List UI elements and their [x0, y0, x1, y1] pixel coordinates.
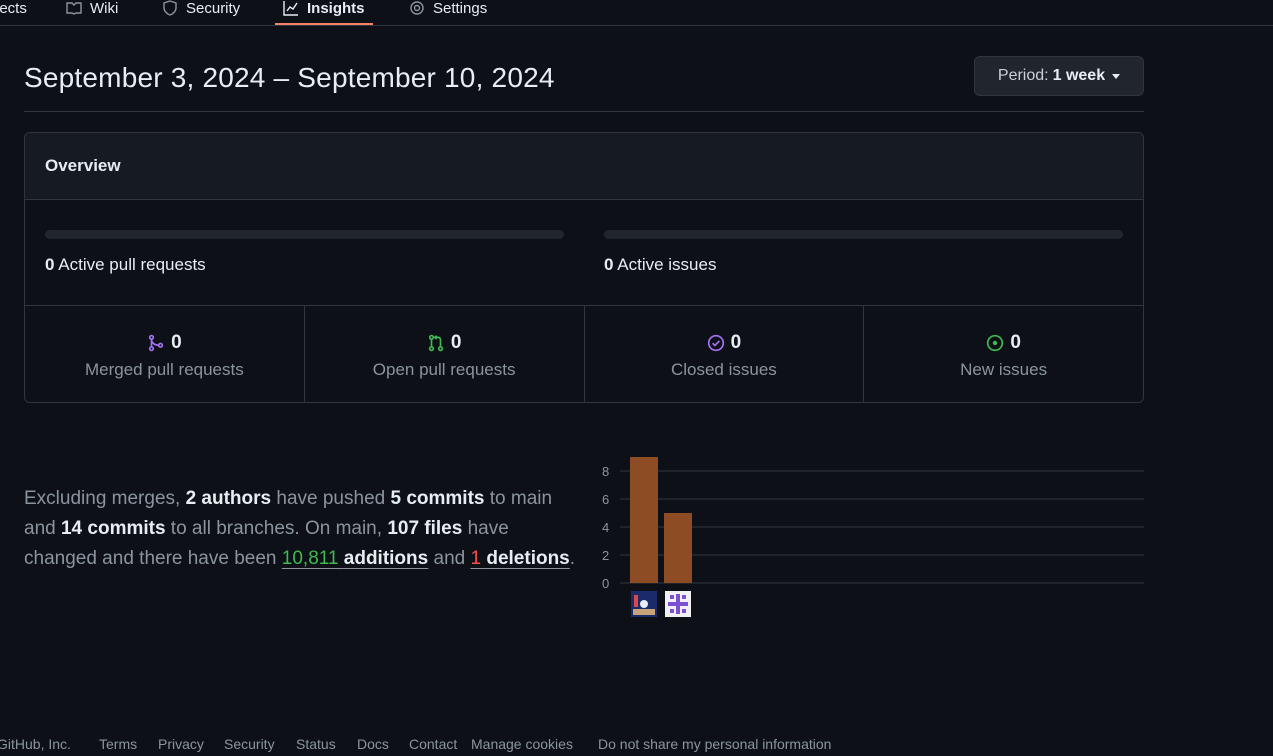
files-changed-count: 107 files	[387, 518, 463, 539]
tab-wiki-label: Wiki	[90, 0, 119, 17]
tab-settings[interactable]: Settings	[409, 0, 487, 25]
period-dropdown-button[interactable]: Period: 1 week	[974, 56, 1144, 96]
contributors-bar-chart: 0 2 4 6 8	[602, 457, 1144, 617]
y-tick-label: 6	[602, 492, 609, 507]
tab-projects-label: jects	[0, 0, 27, 17]
avatar-detail	[633, 609, 655, 615]
footer-link-status[interactable]: Status	[296, 736, 336, 752]
authors-count: 2 authors	[185, 488, 272, 509]
y-tick-label: 0	[602, 576, 609, 591]
footer-link-cookies[interactable]: Manage cookies	[471, 736, 573, 752]
avatar-detail	[640, 600, 648, 608]
active-prs-count: 0	[45, 255, 55, 274]
stat-closed-issues[interactable]: 0 Closed issues	[585, 306, 865, 402]
period-prefix: Period:	[997, 67, 1049, 84]
active-prs-label: Active pull requests	[58, 255, 206, 274]
shield-icon	[163, 0, 177, 16]
summary-text: and	[428, 548, 471, 569]
footer-link-do-not-share[interactable]: Do not share my personal information	[598, 736, 831, 752]
avatar-detail	[670, 609, 674, 613]
summary-text: have pushed	[271, 488, 391, 509]
gear-icon	[410, 1, 424, 15]
stat-closed-issues-label: Closed issues	[670, 360, 777, 379]
footer-link-contact[interactable]: Contact	[409, 736, 457, 752]
tab-wiki[interactable]: Wiki	[66, 0, 118, 25]
overview-panel: Overview 0 Active pull requests 0 Active…	[24, 132, 1144, 403]
active-issues-label: Active issues	[617, 255, 717, 274]
graph-icon	[283, 1, 298, 16]
stat-open-prs-label: Open pull requests	[372, 360, 516, 379]
open-pr-icon	[428, 334, 443, 352]
active-prs-progress-bar	[45, 230, 564, 239]
active-prs-link[interactable]: 0 Active pull requests	[45, 255, 564, 275]
caret-down-icon	[1112, 73, 1121, 79]
y-tick-label: 4	[602, 520, 609, 535]
date-range-title: September 3, 2024 – September 10, 2024	[24, 62, 555, 93]
active-issues-count: 0	[604, 255, 614, 274]
footer: GitHub, Inc. Terms Privacy Security Stat…	[0, 736, 1273, 756]
deletions-count: 1	[470, 548, 482, 569]
additions-count: 10,811	[281, 548, 339, 569]
tab-projects[interactable]: jects	[0, 0, 27, 25]
tab-settings-label: Settings	[433, 0, 488, 17]
deletions-link[interactable]: 1 deletions	[470, 548, 569, 569]
summary-text: to all branches. On main,	[165, 518, 388, 539]
main-commits-count: 5 commits	[390, 488, 485, 509]
all-commits-count: 14 commits	[60, 518, 166, 539]
new-issue-icon	[987, 334, 1004, 352]
additions-link[interactable]: 10,811 additions	[282, 548, 428, 569]
stat-merged-prs-value: 0	[171, 332, 182, 353]
active-issues-progress-bar	[604, 230, 1123, 239]
stat-open-prs-value: 0	[450, 332, 462, 353]
avatar-detail	[682, 595, 686, 599]
tab-insights[interactable]: Insights	[275, 0, 372, 25]
stat-open-prs[interactable]: 0 Open pull requests	[305, 306, 585, 402]
stat-new-issues-value: 0	[1010, 332, 1021, 353]
stat-new-issues[interactable]: 0 New issues	[864, 306, 1143, 402]
stat-merged-prs-label: Merged pull requests	[84, 360, 244, 379]
overview-progress-section: 0 Active pull requests 0 Active issues	[25, 200, 1143, 306]
y-tick-label: 2	[602, 548, 609, 563]
footer-link-privacy[interactable]: Privacy	[158, 736, 204, 752]
tab-security[interactable]: Security	[162, 0, 240, 25]
active-issues-link[interactable]: 0 Active issues	[604, 255, 1123, 275]
avatar-detail	[670, 595, 674, 599]
footer-link-docs[interactable]: Docs	[357, 736, 389, 752]
overview-stats: 0 Merged pull requests 0 Open pull reque…	[25, 306, 1143, 402]
period-value: 1 week	[1052, 67, 1106, 84]
footer-link-terms[interactable]: Terms	[99, 736, 137, 752]
avatar-detail	[676, 594, 680, 614]
repo-nav: jects Wiki Security Insights Settings	[0, 0, 1273, 26]
commit-summary: Excluding merges, 2 authors have pushed …	[24, 484, 584, 574]
summary-text: .	[569, 548, 576, 569]
book-icon	[66, 2, 82, 15]
closed-issue-icon	[707, 334, 724, 352]
stat-new-issues-label: New issues	[960, 360, 1048, 379]
tab-security-label: Security	[186, 0, 241, 17]
tab-insights-label: Insights	[307, 0, 365, 17]
stat-closed-issues-value: 0	[730, 332, 742, 353]
footer-copyright: GitHub, Inc.	[0, 736, 71, 752]
contributor-bar[interactable]	[630, 457, 658, 583]
additions-word: additions	[343, 548, 429, 569]
summary-text: Excluding merges,	[24, 488, 186, 509]
divider	[24, 111, 1144, 112]
overview-title: Overview	[25, 133, 1143, 200]
merged-pr-icon	[148, 334, 164, 352]
contributor-bar[interactable]	[664, 513, 692, 583]
avatar-detail	[634, 595, 638, 607]
y-tick-label: 8	[602, 464, 609, 479]
footer-link-security[interactable]: Security	[224, 736, 275, 752]
active-prs-block: 0 Active pull requests	[45, 230, 564, 275]
active-issues-block: 0 Active issues	[604, 230, 1123, 275]
avatar-detail	[682, 609, 686, 613]
stat-merged-prs[interactable]: 0 Merged pull requests	[25, 306, 305, 402]
deletions-word: deletions	[486, 548, 570, 569]
